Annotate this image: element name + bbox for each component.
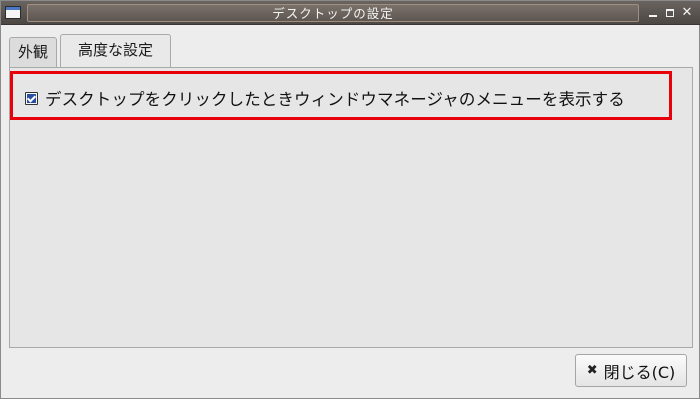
window-app-icon[interactable] — [5, 6, 21, 19]
close-x-icon: ✖ — [586, 363, 598, 378]
minimize-button[interactable] — [644, 4, 662, 22]
title-bar[interactable]: デスクトップの設定 ✕ — [1, 1, 700, 25]
show-wm-menu-checkbox[interactable] — [25, 91, 38, 105]
show-wm-menu-label[interactable]: デスクトップをクリックしたときウィンドウマネージャのメニューを表示する — [45, 86, 625, 110]
minimize-icon — [649, 15, 657, 17]
maximize-icon — [666, 9, 674, 17]
close-button[interactable]: ✖ 閉じる(C) — [575, 354, 687, 387]
settings-window: デスクトップの設定 ✕ 外観 高度な設定 デスクトップをクリックしたときウィンド… — [0, 0, 700, 399]
window-title: デスクトップの設定 — [272, 6, 394, 21]
close-icon: ✕ — [681, 5, 693, 20]
show-wm-menu-option[interactable]: デスクトップをクリックしたときウィンドウマネージャのメニューを表示する — [25, 86, 625, 110]
maximize-button[interactable] — [661, 4, 679, 22]
title-frame[interactable]: デスクトップの設定 — [27, 4, 639, 22]
tab-advanced[interactable]: 高度な設定 — [60, 34, 171, 67]
tab-appearance[interactable]: 外観 — [9, 37, 57, 67]
close-button-label: 閉じる(C) — [603, 362, 676, 382]
close-window-button[interactable]: ✕ — [678, 4, 696, 22]
